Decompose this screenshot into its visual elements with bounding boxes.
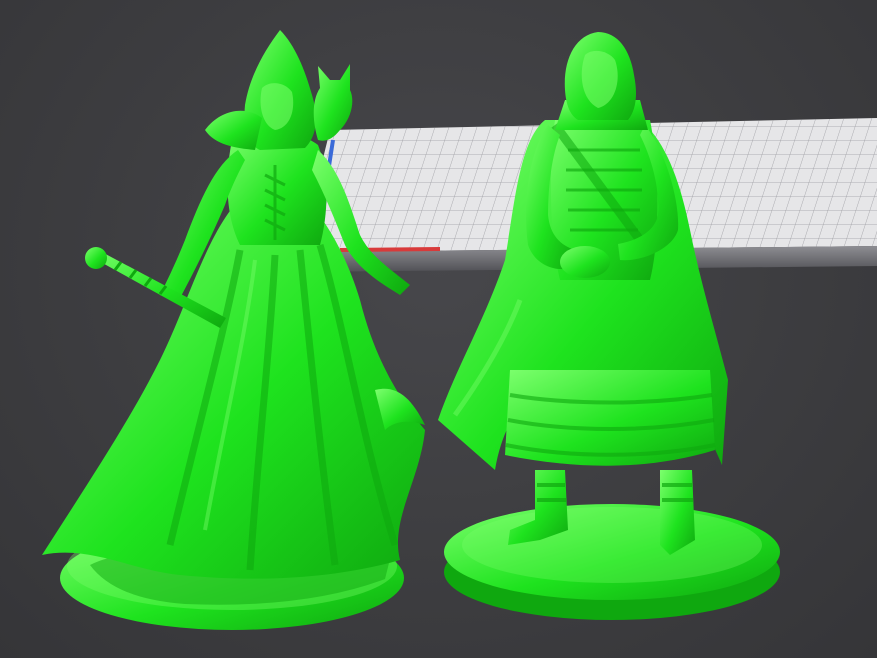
- adventurer-right-boot: [660, 470, 695, 555]
- model-hooded-sorceress[interactable]: [42, 30, 425, 630]
- adventurer-hands: [560, 246, 610, 278]
- scene-canvas[interactable]: [0, 0, 877, 658]
- 3d-viewport[interactable]: [0, 0, 877, 658]
- staff-orb: [85, 247, 107, 269]
- model-adventurer-woman[interactable]: [438, 32, 780, 620]
- sorceress-pauldron: [205, 110, 262, 150]
- cat-on-shoulder: [313, 64, 353, 141]
- adventurer-base-highlight: [462, 507, 762, 583]
